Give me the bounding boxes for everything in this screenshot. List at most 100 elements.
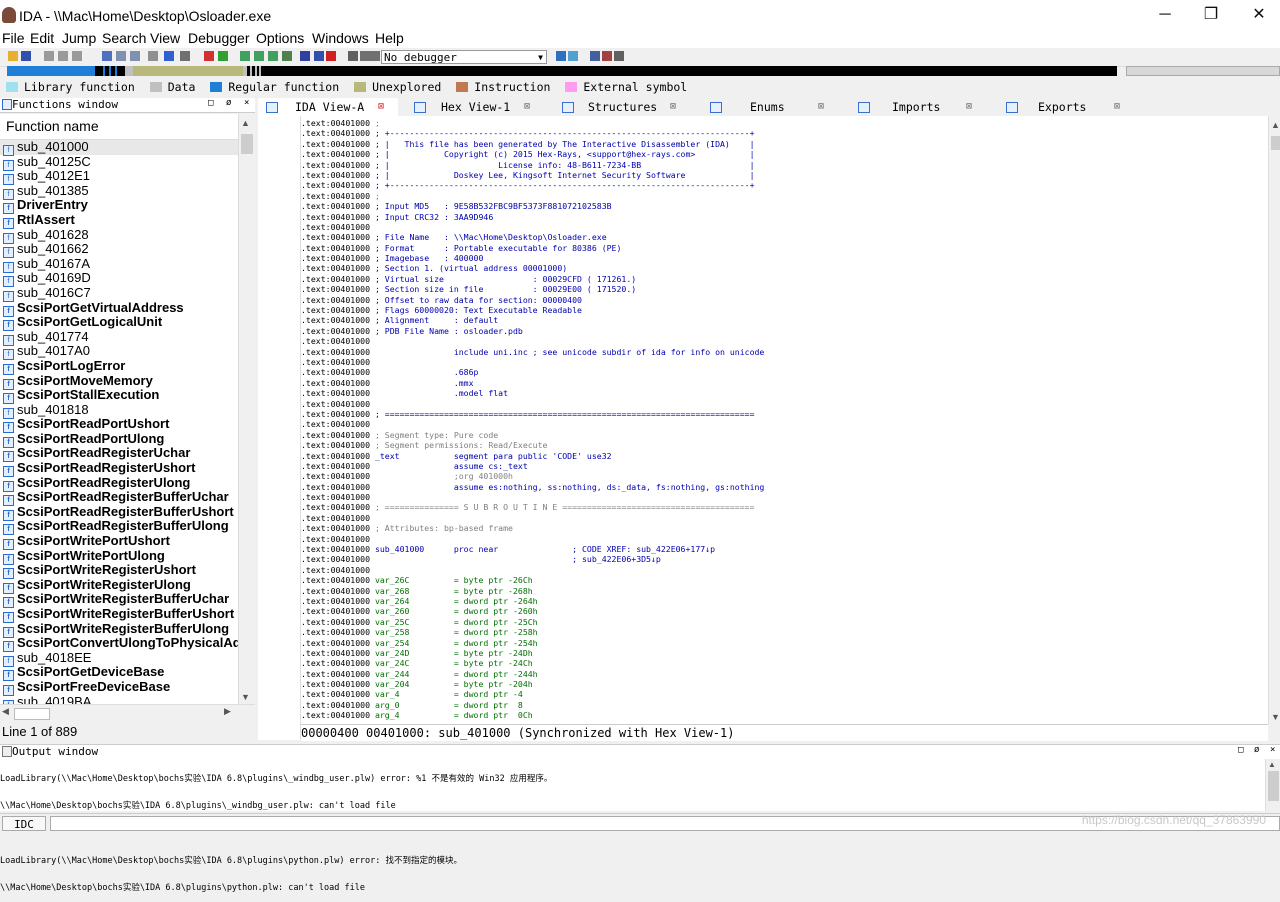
function-list-item[interactable]: f sub_4012E1 <box>0 168 240 186</box>
navigation-band[interactable] <box>7 66 1117 76</box>
minimize-button[interactable]: ─ <box>1142 0 1188 30</box>
tab-structures[interactable]: Structures ⊠ <box>554 98 694 116</box>
disasm-line[interactable]: .text:00401000 var_254 = dword ptr -254h <box>301 638 1268 648</box>
disasm-line[interactable]: .text:00401000 <box>301 513 1268 523</box>
disasm-line[interactable]: .text:00401000 assume es:nothing, ss:not… <box>301 482 1268 492</box>
function-list-item[interactable]: f ScsiPortMoveMemory <box>0 373 240 390</box>
disasm-line[interactable]: .text:00401000 ; | License info: 48-B611… <box>301 160 1268 170</box>
binary-search-icon[interactable] <box>148 51 158 61</box>
menu-file[interactable]: File <box>2 30 25 46</box>
disasm-line[interactable]: .text:00401000 var_260 = dword ptr -260h <box>301 606 1268 616</box>
function-list-item[interactable]: f ScsiPortWritePortUlong <box>0 548 240 565</box>
stop-icon[interactable] <box>204 51 214 61</box>
function-list-item[interactable]: f ScsiPortGetVirtualAddress <box>0 300 240 317</box>
disasm-line[interactable]: .text:00401000 var_25C = dword ptr -25Ch <box>301 617 1268 627</box>
close-tab-icon[interactable]: ⊠ <box>524 98 530 116</box>
disasm-line[interactable]: .text:00401000 var_24D = byte ptr -24Dh <box>301 648 1268 658</box>
disasm-line[interactable]: .text:00401000 var_268 = byte ptr -268h <box>301 586 1268 596</box>
maximize-button[interactable]: ❐ <box>1188 0 1234 30</box>
ida-view-vertical-scrollbar[interactable]: ▲ ▼ <box>1268 116 1280 724</box>
function-list-item[interactable]: f ScsiPortGetDeviceBase <box>0 665 240 682</box>
scroll-thumb[interactable] <box>241 134 253 154</box>
function-list-item[interactable]: f sub_401628 <box>0 227 240 244</box>
disasm-line[interactable]: .text:00401000 ; +----------------------… <box>301 128 1268 138</box>
function-list-item[interactable]: f ScsiPortWritePortUshort <box>0 533 240 551</box>
delete-icon[interactable] <box>326 51 336 61</box>
function-list-item[interactable]: f sub_401774 <box>0 329 240 346</box>
menu-search[interactable]: Search <box>102 30 146 46</box>
show-graph-icon[interactable] <box>602 51 612 61</box>
ida-view-disassembly[interactable]: .text:00401000 ; .text:00401000 ; +------… <box>301 116 1268 724</box>
tab-ida-view-a[interactable]: IDA View-A ⊠ <box>258 98 398 116</box>
function-list-item[interactable]: f ScsiPortGetLogicalUnit <box>0 314 240 332</box>
disasm-line[interactable]: .text:00401000 ; Input CRC32 : 3AA9D946 <box>301 212 1268 222</box>
close-tab-icon[interactable]: ⊠ <box>1114 98 1120 116</box>
disasm-line[interactable]: .text:00401000 sub_401000 proc near ; CO… <box>301 544 1268 554</box>
search-icon[interactable] <box>102 51 112 61</box>
function-list-item[interactable]: f ScsiPortReadRegisterUshort <box>0 460 240 478</box>
navigation-slider[interactable] <box>1126 66 1280 76</box>
debugger-select[interactable]: No debugger ▼ <box>381 50 547 64</box>
disasm-line[interactable]: .text:00401000 <box>301 222 1268 232</box>
flow-chart-icon[interactable] <box>240 51 250 61</box>
dropdown-icon[interactable] <box>300 51 310 61</box>
jump-icon[interactable] <box>164 51 174 61</box>
function-list-item[interactable]: f ScsiPortWriteRegisterBufferUshort <box>0 606 240 623</box>
function-list-item[interactable]: f sub_401385 <box>0 183 240 200</box>
disasm-line[interactable]: .text:00401000 var_258 = dword ptr -258h <box>301 627 1268 637</box>
back-icon[interactable] <box>44 51 54 61</box>
disasm-line[interactable]: .text:00401000 .model flat <box>301 388 1268 398</box>
show-hex-icon[interactable] <box>590 51 600 61</box>
function-list-item[interactable]: f ScsiPortWriteRegisterUshort <box>0 562 240 580</box>
save-icon[interactable] <box>21 51 31 61</box>
disasm-line[interactable]: .text:00401000 ; Input MD5 : 9E58B532FBC… <box>301 201 1268 211</box>
close-window-button[interactable]: ✕ <box>1236 0 1280 30</box>
disasm-line[interactable]: .text:00401000 ; Format : Portable execu… <box>301 243 1268 253</box>
disasm-line[interactable]: .text:00401000 ; <box>301 118 1268 128</box>
close-tab-icon[interactable]: ⊠ <box>966 98 972 116</box>
close-tab-icon[interactable]: ⊠ <box>670 98 676 116</box>
function-list-item[interactable]: f sub_40167A <box>0 256 240 273</box>
disasm-line[interactable]: .text:00401000 var_26C = byte ptr -26Ch <box>301 575 1268 585</box>
close-icon[interactable]: × <box>1270 745 1275 755</box>
terminate-process-icon[interactable] <box>370 51 380 61</box>
function-list-item[interactable]: f sub_401000 <box>0 139 240 156</box>
function-list-item[interactable]: f sub_40169D <box>0 271 240 288</box>
disasm-line[interactable]: .text:00401000 ; | Doskey Lee, Kingsoft … <box>301 170 1268 180</box>
function-list-item[interactable]: f ScsiPortConvertUlongToPhysicalAd <box>0 635 240 653</box>
disasm-line[interactable]: .text:00401000 assume cs:_text <box>301 461 1268 471</box>
function-list-item[interactable]: f ScsiPortFreeDeviceBase <box>0 679 240 696</box>
disasm-line[interactable]: .text:00401000 ;org 401000h <box>301 471 1268 481</box>
disasm-line[interactable]: .text:00401000 var_244 = dword ptr -244h <box>301 669 1268 679</box>
float-icon[interactable]: ø <box>1254 745 1259 755</box>
disasm-line[interactable]: .text:00401000 ; Imagebase : 400000 <box>301 253 1268 263</box>
disasm-line[interactable]: .text:00401000 _text segment para public… <box>301 451 1268 461</box>
disasm-line[interactable]: .text:00401000 ; Virtual size : 00029CFD… <box>301 274 1268 284</box>
function-list-item[interactable]: f sub_40125C <box>0 154 240 171</box>
disasm-line[interactable]: .text:00401000 ; Alignment : default <box>301 315 1268 325</box>
disasm-line[interactable]: .text:00401000 var_264 = dword ptr -264h <box>301 596 1268 606</box>
disasm-line[interactable]: .text:00401000 var_24C = byte ptr -24Ch <box>301 658 1268 668</box>
function-list-item[interactable]: f ScsiPortReadRegisterBufferUlong <box>0 519 240 536</box>
disasm-line[interactable]: .text:00401000 ; | Copyright (c) 2015 He… <box>301 149 1268 159</box>
disasm-line[interactable]: .text:00401000 ; PDB File Name : osloade… <box>301 326 1268 336</box>
disasm-line[interactable]: .text:00401000 .686p <box>301 367 1268 377</box>
menu-windows[interactable]: Windows <box>312 30 369 46</box>
disasm-line[interactable]: .text:00401000 arg_0 = dword ptr 8 <box>301 700 1268 710</box>
disasm-line[interactable]: .text:00401000 <box>301 399 1268 409</box>
disasm-line[interactable]: .text:00401000 ; <box>301 191 1268 201</box>
function-list-item[interactable]: f sub_4017A0 <box>0 344 240 361</box>
scroll-thumb[interactable] <box>1271 136 1280 150</box>
tab-exports[interactable]: Exports ⊠ <box>998 98 1138 116</box>
function-name-column-header[interactable]: Function name <box>0 114 240 140</box>
disasm-line[interactable]: .text:00401000 ; +----------------------… <box>301 180 1268 190</box>
disasm-line[interactable]: .text:00401000 var_204 = byte ptr -204h <box>301 679 1268 689</box>
function-list-item[interactable]: f ScsiPortReadRegisterBufferUshort <box>0 504 240 521</box>
function-list-item[interactable]: fsub_4019BA <box>0 694 240 704</box>
disasm-line[interactable]: .text:00401000 ; sub_422E06+3D5↓p <box>301 554 1268 564</box>
close-icon[interactable]: × <box>244 98 249 108</box>
disasm-line[interactable]: .text:00401000 <box>301 419 1268 429</box>
function-list-item[interactable]: f DriverEntry <box>0 198 240 215</box>
menu-debugger[interactable]: Debugger <box>188 30 250 46</box>
forward-icon[interactable] <box>58 51 68 61</box>
